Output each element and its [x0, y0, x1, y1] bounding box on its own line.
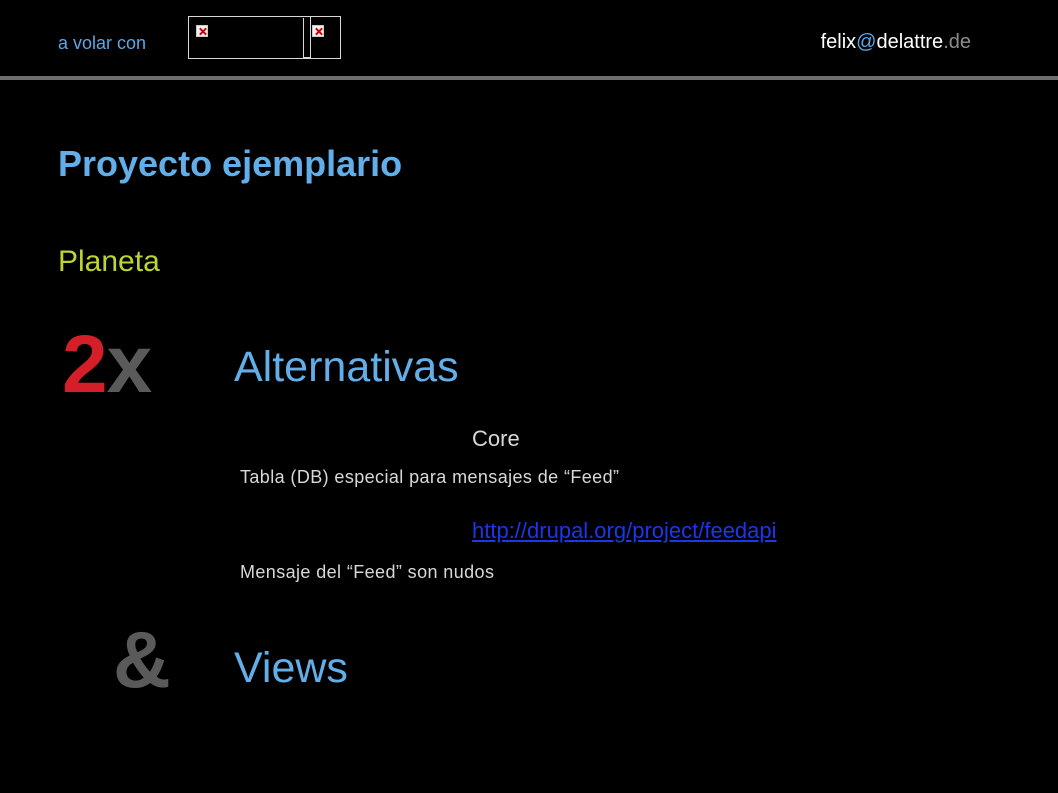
ampersand-graphic: &	[113, 615, 171, 704]
feedapi-link[interactable]: http://drupal.org/project/feedapi	[472, 518, 777, 544]
views-heading: Views	[234, 644, 348, 692]
slide-subtitle: Planeta	[58, 245, 160, 278]
broken-logo-image	[188, 16, 313, 59]
alternatives-heading: Alternativas	[234, 343, 459, 391]
two-x-graphic: 2x	[62, 324, 152, 406]
email-domain: delattre	[876, 31, 944, 53]
header-divider	[0, 76, 1058, 80]
x-letter: x	[106, 319, 153, 410]
broken-logo-image-small	[310, 16, 341, 59]
header-tagline: a volar con	[58, 33, 147, 53]
author-email: felix@delattre.de	[821, 31, 971, 54]
slide-title: Proyecto ejemplario	[58, 143, 403, 184]
header-bar: a volar con felix@delattre.de	[0, 0, 1058, 78]
two-digit: 2	[62, 319, 108, 410]
email-at: @	[856, 31, 877, 53]
email-tld: .de	[943, 31, 971, 53]
core-label: Core	[472, 426, 520, 451]
core-description: Tabla (DB) especial para mensajes de “Fe…	[240, 467, 620, 487]
broken-image-icon	[312, 25, 324, 37]
feedapi-description: Mensaje del “Feed” son nudos	[240, 562, 495, 582]
broken-image-icon	[196, 25, 208, 37]
email-user: felix	[820, 31, 857, 53]
